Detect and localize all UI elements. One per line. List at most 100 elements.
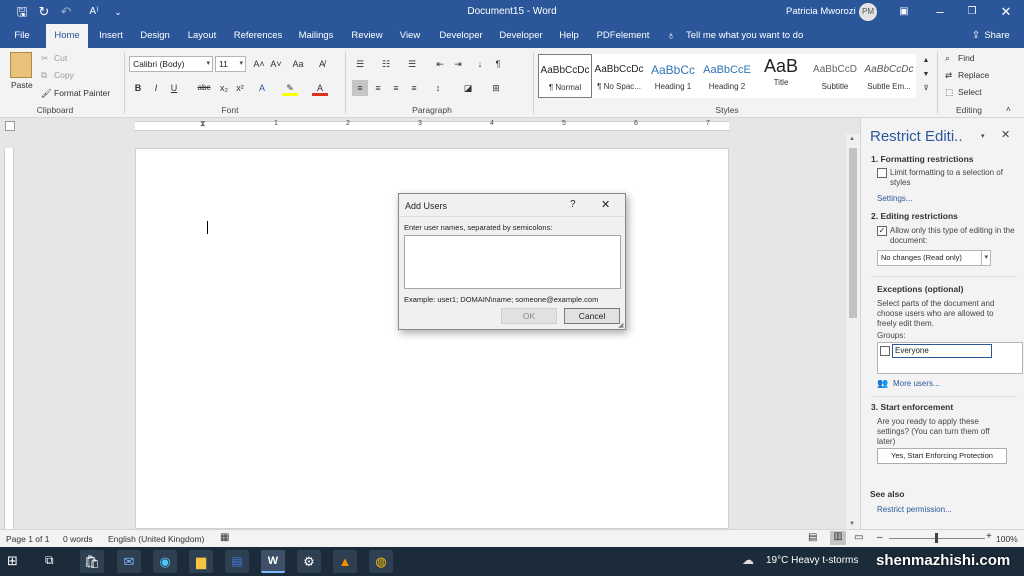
tab-selector[interactable] xyxy=(5,121,15,131)
restrict-permission-link[interactable]: Restrict permission... xyxy=(877,505,952,514)
tab-file[interactable]: File xyxy=(8,24,36,48)
resize-grip-icon[interactable]: ◢ xyxy=(618,321,623,329)
everyone-checkbox[interactable] xyxy=(880,346,890,356)
font-name-select[interactable]: Calibri (Body) ▾ xyxy=(129,56,213,72)
decrease-indent-icon[interactable]: ⇤ xyxy=(432,56,448,72)
store-icon[interactable]: 🛍 xyxy=(80,550,104,573)
weather-icon[interactable]: ☁ xyxy=(742,553,754,567)
scroll-up-icon[interactable]: ▲ xyxy=(849,136,855,142)
subscript-icon[interactable]: x₂ xyxy=(216,80,232,96)
collapse-ribbon-icon[interactable]: ˄ xyxy=(1006,105,1011,114)
align-center-icon[interactable]: ≡ xyxy=(370,80,386,96)
vertical-scrollbar[interactable]: ▲ ▼ xyxy=(846,134,860,529)
tab-developer-2[interactable]: Developer xyxy=(494,24,548,48)
tab-help[interactable]: Help xyxy=(554,24,584,48)
task-view-icon[interactable]: ⧉ xyxy=(45,553,54,568)
font-color-icon[interactable]: A xyxy=(312,80,328,96)
increase-indent-icon[interactable]: ⇥ xyxy=(450,56,466,72)
sort-icon[interactable]: ↓ xyxy=(472,56,488,72)
cut-icon[interactable]: ✂ xyxy=(41,53,48,64)
text-effects-icon[interactable]: A xyxy=(254,80,270,96)
zoom-level[interactable]: 100% xyxy=(996,534,1018,544)
tab-view[interactable]: View xyxy=(394,24,426,48)
share-button[interactable]: Share xyxy=(982,24,1012,48)
bullets-icon[interactable]: ☰ xyxy=(352,56,368,72)
highlight-icon[interactable]: ✎ xyxy=(282,80,298,96)
cancel-button[interactable]: Cancel xyxy=(564,308,620,324)
word-taskbar-icon[interactable]: W xyxy=(261,550,285,573)
shrink-font-icon[interactable]: A˅ xyxy=(268,56,284,72)
tab-home[interactable]: Home xyxy=(46,24,88,48)
ribbon-display-options-icon[interactable]: ▣ xyxy=(896,4,912,20)
restore-icon[interactable]: ❐ xyxy=(964,4,980,20)
indent-marker-icon[interactable]: ⧗ xyxy=(200,119,206,129)
tab-developer[interactable]: Developer xyxy=(434,24,488,48)
align-right-icon[interactable]: ≡ xyxy=(388,80,404,96)
multilevel-list-icon[interactable]: ☰ xyxy=(404,56,420,72)
settings-icon[interactable]: ⚙ xyxy=(297,550,321,573)
dialog-help-button[interactable]: ? xyxy=(570,199,576,210)
avatar[interactable]: PM xyxy=(859,3,877,21)
page-count[interactable]: Page 1 of 1 xyxy=(6,534,49,544)
style-subtitle[interactable]: AaBbCcD Subtitle xyxy=(808,54,862,98)
style-subtle-emphasis[interactable]: AaBbCcDc Subtle Em... xyxy=(862,54,916,98)
windows-start-icon[interactable]: ⊞ xyxy=(7,553,18,569)
edge-icon[interactable]: ◉ xyxy=(153,550,177,573)
superscript-icon[interactable]: x² xyxy=(232,80,248,96)
file-explorer-icon[interactable]: ▆ xyxy=(189,550,213,573)
groups-list[interactable]: Everyone xyxy=(877,342,1023,374)
grow-font-icon[interactable]: A˄ xyxy=(251,56,267,72)
scrollbar-thumb[interactable] xyxy=(849,148,857,318)
tell-me-search[interactable]: Tell me what you want to do xyxy=(686,24,806,48)
find-icon[interactable]: ⌕ xyxy=(945,53,950,64)
start-enforcing-button[interactable]: Yes, Start Enforcing Protection xyxy=(877,448,1007,464)
strikethrough-icon[interactable]: abc xyxy=(196,80,212,96)
tab-references[interactable]: References xyxy=(230,24,286,48)
paste-icon[interactable] xyxy=(10,52,32,78)
macro-icon[interactable]: ▦ xyxy=(220,532,229,543)
style-normal[interactable]: AaBbCcDc ¶ Normal xyxy=(538,54,592,98)
user-names-input[interactable] xyxy=(404,235,621,289)
dialog-close-icon[interactable]: ✕ xyxy=(601,198,610,211)
close-icon[interactable]: ✕ xyxy=(998,4,1014,20)
cut-button[interactable]: Cut xyxy=(54,53,67,63)
tab-design[interactable]: Design xyxy=(136,24,174,48)
line-spacing-icon[interactable]: ↕ xyxy=(430,80,446,96)
borders-icon[interactable]: ⊞ xyxy=(488,80,504,96)
show-formatting-icon[interactable]: ¶ xyxy=(490,56,506,72)
copy-icon[interactable]: ⧉ xyxy=(41,70,47,81)
pane-options-icon[interactable]: ▾ xyxy=(981,132,985,140)
editing-type-select[interactable]: No changes (Read only) ▾ xyxy=(877,250,991,266)
weather-text[interactable]: 19°C Heavy t-storms xyxy=(766,555,858,566)
select-icon[interactable]: ⬚ xyxy=(945,87,953,98)
format-painter-button[interactable]: Format Painter xyxy=(54,88,110,98)
format-painter-icon[interactable]: 🖌 xyxy=(41,88,52,99)
calculator-icon[interactable]: ▤ xyxy=(225,550,249,573)
style-heading-2[interactable]: AaBbCcE Heading 2 xyxy=(700,54,754,98)
find-button[interactable]: Find xyxy=(958,53,975,63)
tab-layout[interactable]: Layout xyxy=(182,24,222,48)
underline-icon[interactable]: U xyxy=(166,80,182,96)
word-count[interactable]: 0 words xyxy=(63,534,93,544)
zoom-in-icon[interactable]: + xyxy=(986,531,992,542)
read-mode-icon[interactable]: ▤ xyxy=(808,532,817,543)
copy-button[interactable]: Copy xyxy=(54,70,74,80)
everyone-item[interactable]: Everyone xyxy=(892,344,992,358)
vlc-icon[interactable]: ▲ xyxy=(333,550,357,573)
font-size-select[interactable]: 11 ▾ xyxy=(215,56,246,72)
more-users-link[interactable]: More users... xyxy=(893,379,940,388)
tab-pdfelement[interactable]: PDFelement xyxy=(594,24,652,48)
justify-icon[interactable]: ≡ xyxy=(406,80,422,96)
style-heading-1[interactable]: AaBbCc Heading 1 xyxy=(646,54,700,98)
language-status[interactable]: English (United Kingdom) xyxy=(108,534,204,544)
paste-button[interactable]: Paste xyxy=(11,80,33,90)
print-layout-icon[interactable]: ▥ xyxy=(830,531,846,545)
align-left-icon[interactable]: ≡ xyxy=(352,80,368,96)
numbering-icon[interactable]: ☷ xyxy=(378,56,394,72)
horizontal-ruler[interactable]: ⧗ 1 2 3 4 5 6 7 xyxy=(0,118,860,134)
replace-icon[interactable]: ⇄ xyxy=(945,70,952,81)
shading-icon[interactable]: ◪ xyxy=(460,80,476,96)
limit-formatting-checkbox[interactable] xyxy=(877,168,887,178)
replace-button[interactable]: Replace xyxy=(958,70,989,80)
italic-icon[interactable]: I xyxy=(148,80,164,96)
